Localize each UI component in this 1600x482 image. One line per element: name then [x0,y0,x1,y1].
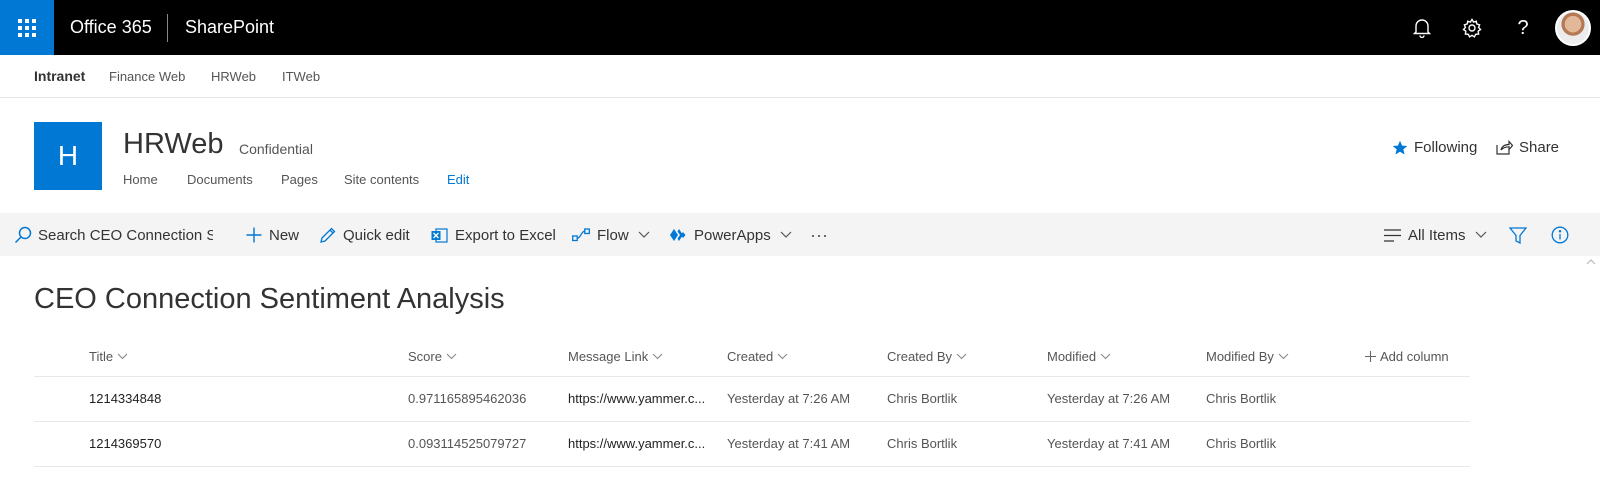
site-title[interactable]: HRWeb [123,128,223,161]
add-column-label: Add column [1380,349,1449,364]
cell-title[interactable]: 1214334848 [89,391,161,406]
site-logo[interactable]: H [34,122,102,190]
share-button[interactable]: Share [1496,139,1559,156]
search-box[interactable] [14,220,216,250]
site-nav-documents[interactable]: Documents [187,172,253,187]
quick-edit-button[interactable]: Quick edit [319,220,410,250]
suite-bar: Office 365 SharePoint ? [0,0,1600,55]
star-icon [1392,140,1408,154]
chevron-down-icon [1100,353,1111,360]
column-header-label: Modified By [1206,349,1274,364]
column-header-score[interactable]: Score [408,349,457,364]
site-nav-site-contents[interactable]: Site contents [344,172,419,187]
column-header-message-link[interactable]: Message Link [568,349,663,364]
cell-message-link[interactable]: https://www.yammer.c... [568,391,705,406]
cell-created-by[interactable]: Chris Bortlik [887,436,957,451]
export-to-excel-button[interactable]: Export to Excel [431,220,556,250]
column-header-label: Message Link [568,349,649,364]
flow-label: Flow [597,226,629,244]
column-header-label: Created [727,349,774,364]
follow-button[interactable]: Following [1392,139,1477,156]
cell-score: 0.093114525079727 [408,436,527,451]
chevron-down-icon [1278,353,1289,360]
cell-title[interactable]: 1214369570 [89,436,161,451]
add-column-button[interactable]: Add column [1365,349,1449,364]
chevron-down-icon [956,353,967,360]
scroll-up-icon [1586,259,1596,265]
filter-icon[interactable] [1509,220,1527,250]
export-label: Export to Excel [455,226,556,244]
view-selector[interactable]: All Items [1384,220,1487,250]
column-header-label: Created By [887,349,953,364]
column-header-created[interactable]: Created [727,349,788,364]
pencil-icon [320,227,336,243]
hub-title[interactable]: Intranet [34,68,85,84]
hub-navigation: Intranet Finance Web HRWeb ITWeb [0,55,1600,98]
share-icon [1496,140,1513,155]
hub-link-finance-web[interactable]: Finance Web [109,69,185,84]
cell-score: 0.971165895462036 [408,391,527,406]
row-divider [34,466,1470,467]
cell-message-link[interactable]: https://www.yammer.c... [568,436,705,451]
cell-created: Yesterday at 7:26 AM [727,391,851,406]
flow-icon [572,228,590,242]
app-name[interactable]: SharePoint [185,0,274,55]
chevron-down-icon [117,353,128,360]
search-icon [14,226,32,244]
site-nav-edit[interactable]: Edit [447,172,469,187]
flow-button[interactable]: Flow [572,220,650,250]
cell-created: Yesterday at 7:41 AM [727,436,851,451]
command-bar: New Quick edit Export to Excel Flow Powe… [0,213,1600,256]
chevron-down-icon [1475,231,1486,238]
chevron-down-icon [446,353,457,360]
column-header-label: Score [408,349,442,364]
suite-divider [167,14,168,42]
search-input[interactable] [38,226,213,244]
bell-icon[interactable] [1406,12,1438,44]
plus-icon [1365,351,1376,362]
waffle-icon[interactable] [0,0,54,55]
column-header-modified[interactable]: Modified [1047,349,1111,364]
quick-edit-label: Quick edit [343,226,410,244]
powerapps-button[interactable]: PowerApps [670,220,792,250]
help-icon[interactable]: ? [1507,12,1539,44]
follow-label: Following [1414,139,1478,156]
site-nav-home[interactable]: Home [123,172,158,187]
chevron-down-icon [777,353,788,360]
column-header-modified-by[interactable]: Modified By [1206,349,1289,364]
site-nav-pages[interactable]: Pages [281,172,318,187]
chevron-down-icon [780,231,792,238]
column-header-label: Modified [1047,349,1097,364]
share-label: Share [1519,139,1560,156]
cell-modified-by[interactable]: Chris Bortlik [1206,436,1276,451]
cell-modified: Yesterday at 7:26 AM [1047,391,1171,406]
powerapps-label: PowerApps [694,226,771,244]
info-icon[interactable] [1551,220,1569,250]
cell-modified: Yesterday at 7:41 AM [1047,436,1171,451]
powerapps-icon [670,229,686,241]
chevron-down-icon [638,231,650,238]
cell-created-by[interactable]: Chris Bortlik [887,391,957,406]
hub-link-hrweb[interactable]: HRWeb [211,69,256,84]
cell-modified-by[interactable]: Chris Bortlik [1206,391,1276,406]
more-button[interactable]: ··· [810,220,828,250]
vertical-scrollbar[interactable] [1586,258,1596,482]
column-header-label: Title [89,349,114,364]
column-header-created-by[interactable]: Created By [887,349,967,364]
chevron-down-icon [652,353,663,360]
excel-icon [431,227,448,243]
office365-brand[interactable]: Office 365 [70,0,152,55]
new-button[interactable]: New [246,220,299,250]
list-title: CEO Connection Sentiment Analysis [34,283,505,315]
view-list-icon [1384,228,1401,242]
gear-icon[interactable] [1456,12,1488,44]
site-classification: Confidential [239,141,313,157]
new-label: New [269,226,300,244]
column-header-title[interactable]: Title [89,349,128,364]
view-label: All Items [1408,226,1466,244]
plus-icon [246,227,262,243]
hub-link-itweb[interactable]: ITWeb [282,69,320,84]
avatar[interactable] [1555,10,1591,46]
